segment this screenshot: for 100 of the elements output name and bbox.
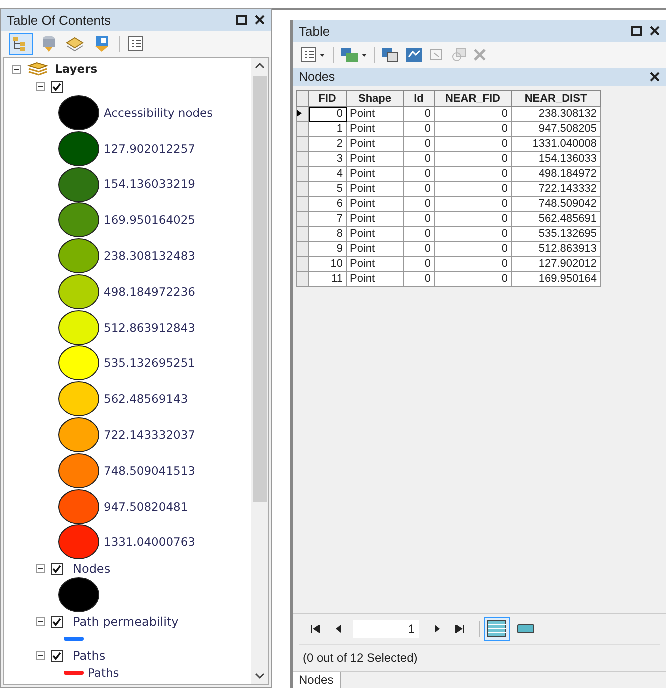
table-cell: 238.308132 xyxy=(512,106,600,122)
last-record-icon[interactable] xyxy=(455,625,465,633)
list-by-drawing-order-button[interactable] xyxy=(9,33,33,55)
table-cell: 11 xyxy=(308,272,346,286)
table-cell: Point xyxy=(346,182,404,196)
column-header[interactable]: NEAR_FID xyxy=(434,90,512,106)
table-cell: 0 xyxy=(308,106,346,122)
legend-label: 169.950164025 xyxy=(104,213,196,228)
checkbox[interactable] xyxy=(51,80,63,92)
maximize-icon[interactable] xyxy=(236,15,247,25)
table-cell: 0 xyxy=(404,166,434,182)
first-record-icon[interactable] xyxy=(311,625,321,633)
related-tables-icon[interactable] xyxy=(340,47,368,63)
table-cell: 0 xyxy=(434,106,512,122)
table-cell: 1 xyxy=(308,122,346,136)
maximize-icon[interactable] xyxy=(631,26,642,36)
table-options-icon[interactable] xyxy=(301,47,327,63)
table-cell: 169.950164 xyxy=(512,272,600,286)
table-cell: Point xyxy=(346,242,404,256)
collapse-toggle[interactable] xyxy=(36,651,45,660)
checkbox[interactable] xyxy=(51,562,63,575)
table-cell: 498.184972 xyxy=(512,166,600,182)
table-cell: 0 xyxy=(434,152,512,166)
selection-status: (0 out of 12 Selected) xyxy=(302,650,419,667)
collapse-toggle[interactable] xyxy=(36,82,45,91)
table-cell: 0 xyxy=(434,166,512,182)
table-cell: Point xyxy=(346,256,404,272)
table-cell: 0 xyxy=(434,196,512,212)
selection-icon[interactable] xyxy=(93,35,111,53)
table-cell: 0 xyxy=(404,212,434,226)
switch-selection-icon[interactable] xyxy=(405,47,423,63)
checkbox[interactable] xyxy=(51,650,63,662)
close-icon[interactable] xyxy=(255,15,265,25)
show-all-records-button[interactable] xyxy=(484,617,510,641)
table-cell: 6 xyxy=(308,196,346,212)
table-tab[interactable]: Nodes xyxy=(293,672,341,688)
table-cell: 0 xyxy=(404,136,434,152)
table-cell: 10 xyxy=(308,256,346,272)
layers-icon xyxy=(27,62,49,76)
table-cell: 9 xyxy=(308,242,346,256)
scroll-thumb[interactable] xyxy=(252,76,266,502)
current-row-icon xyxy=(297,110,302,117)
legend-label: 562.48569143 xyxy=(104,392,188,406)
table-cell: 562.485691 xyxy=(512,212,600,226)
table-cell: 947.508205 xyxy=(512,122,600,136)
table-cell: 127.902012 xyxy=(512,256,600,272)
options-icon[interactable] xyxy=(128,36,144,52)
collapse-toggle[interactable] xyxy=(36,617,45,626)
table-cell: Point xyxy=(346,122,404,136)
scroll-down-icon[interactable] xyxy=(254,672,264,680)
previous-record-icon[interactable] xyxy=(335,625,343,633)
table-cell: Point xyxy=(346,106,404,122)
record-field[interactable]: 1 xyxy=(353,620,419,638)
row-header[interactable] xyxy=(296,106,308,122)
scroll-up-icon[interactable] xyxy=(254,62,264,70)
table-name: Nodes xyxy=(299,70,336,84)
table-cell: 154.136033 xyxy=(512,152,600,166)
table-cell: 1331.040008 xyxy=(512,136,600,152)
close-icon[interactable] xyxy=(650,72,660,82)
table-cell: 0 xyxy=(434,182,512,196)
table-cell: 0 xyxy=(434,226,512,242)
legend-label: 1331.04000763 xyxy=(104,535,196,550)
table-cell: 748.509042 xyxy=(512,196,600,212)
table-cell: 0 xyxy=(404,226,434,242)
table-cell: Point xyxy=(346,212,404,226)
table-cell: 535.132695 xyxy=(512,226,600,242)
panel-title: Table xyxy=(299,24,330,38)
layers-icon[interactable] xyxy=(65,36,85,52)
scrollbar[interactable] xyxy=(251,58,268,684)
table-cell: 3 xyxy=(308,152,346,166)
collapse-toggle[interactable] xyxy=(12,64,21,74)
table-cell: 4 xyxy=(308,166,346,182)
legend-label: 512.863912843 xyxy=(104,320,196,335)
select-by-attributes-icon[interactable] xyxy=(381,47,399,63)
table-cell: Point xyxy=(346,152,404,166)
row-header xyxy=(296,90,308,106)
table-cell: 722.143332 xyxy=(512,182,600,196)
legend-label: 154.136033219 xyxy=(104,177,196,192)
table-cell: 7 xyxy=(308,212,346,226)
column-header[interactable]: Id xyxy=(404,90,434,106)
group-label[interactable]: Layers xyxy=(55,62,98,76)
table-cell: 0 xyxy=(434,242,512,256)
table-cell: 0 xyxy=(404,256,434,272)
close-icon[interactable] xyxy=(650,26,660,36)
layer-name[interactable]: Nodes xyxy=(73,562,111,576)
legend-label: 535.132695251 xyxy=(104,356,196,370)
column-header[interactable]: NEAR_DIST xyxy=(512,90,600,106)
checkbox[interactable] xyxy=(51,616,63,628)
legend-label: 722.143332037 xyxy=(104,428,196,442)
layer-name[interactable]: Path permeability xyxy=(73,614,179,629)
table-cell: 512.863913 xyxy=(512,242,600,256)
table-cell: 0 xyxy=(404,122,434,136)
next-record-icon[interactable] xyxy=(433,625,441,633)
column-header[interactable]: FID xyxy=(308,90,346,106)
column-header[interactable]: Shape xyxy=(346,90,404,106)
layer-name[interactable]: Paths xyxy=(73,648,106,663)
table-cell: 0 xyxy=(434,122,512,136)
table-cell: 0 xyxy=(434,256,512,272)
panel-title: Table Of Contents xyxy=(7,12,112,28)
collapse-toggle[interactable] xyxy=(36,564,45,574)
